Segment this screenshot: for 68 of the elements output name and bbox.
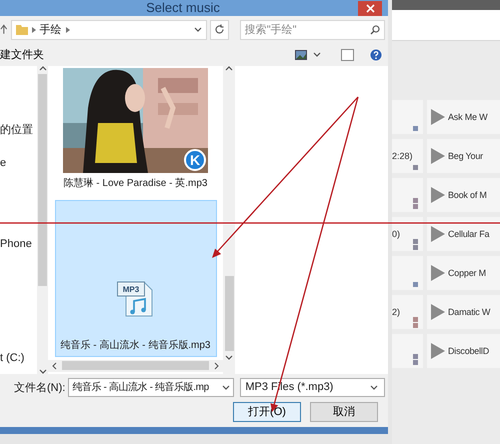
- scroll-up-icon[interactable]: [38, 66, 46, 70]
- file-item[interactable]: MP3 纯音乐 - 高山流水 - 纯音乐版.mp3: [54, 200, 216, 356]
- chevron-icon: [66, 26, 70, 33]
- chevron-icon: [32, 26, 36, 33]
- track-title: DiscobellD: [448, 346, 490, 356]
- search-icon[interactable]: [370, 24, 380, 35]
- window-title: Select music: [145, 0, 221, 16]
- preview-pane-icon[interactable]: [341, 48, 354, 61]
- file-name: 纯音乐 - 高山流水 - 纯音乐版.mp3: [60, 338, 210, 352]
- scrollbar-thumb[interactable]: [38, 74, 47, 286]
- track-duration: 0): [392, 229, 402, 239]
- caret-icon[interactable]: [313, 52, 321, 58]
- folder-icon: [16, 24, 28, 36]
- dropdown-caret-icon[interactable]: [194, 27, 202, 32]
- scrollbar-thumb[interactable]: [62, 361, 209, 370]
- track-duration: 2): [392, 307, 402, 317]
- scroll-left-icon[interactable]: [52, 362, 57, 370]
- track-card[interactable]: Copper M: [427, 256, 500, 290]
- filename-label: 文件名(N):: [14, 380, 66, 394]
- track-card[interactable]: DiscobellD: [427, 334, 500, 368]
- track-card[interactable]: Damatic W: [427, 295, 500, 329]
- refresh-button[interactable]: [210, 20, 229, 40]
- track-card[interactable]: Ask Me W: [427, 100, 500, 134]
- breadcrumb-item[interactable]: 手绘: [40, 22, 62, 38]
- refresh-icon: [214, 24, 225, 36]
- scroll-right-icon[interactable]: [214, 362, 219, 370]
- nav-item[interactable]: e: [0, 154, 37, 170]
- scrollbar-thumb[interactable]: [224, 276, 234, 350]
- dropdown-caret-icon[interactable]: [222, 384, 230, 390]
- track-title: Beg Your: [448, 151, 483, 161]
- help-icon[interactable]: [370, 48, 382, 61]
- file-item[interactable]: K 陈慧琳 - Love Paradise - 英.mp3: [62, 66, 209, 190]
- scrollbar[interactable]: [37, 66, 48, 374]
- search-field[interactable]: 搜索"手绘": [240, 20, 385, 40]
- file-name: 陈慧琳 - Love Paradise - 英.mp3: [64, 176, 208, 190]
- nav-item[interactable]: t (C:): [0, 350, 37, 366]
- track-title: Ask Me W: [448, 112, 488, 122]
- scrollbar[interactable]: [223, 66, 235, 374]
- cancel-button[interactable]: 取消: [310, 402, 378, 422]
- scroll-down-icon[interactable]: [38, 368, 46, 374]
- track-title: Damatic W: [448, 307, 490, 317]
- play-icon[interactable]: [431, 304, 445, 320]
- track-card[interactable]: Beg Your: [427, 139, 500, 173]
- track-card[interactable]: Book of M: [427, 178, 500, 212]
- play-icon[interactable]: [431, 226, 445, 242]
- view-icon[interactable]: [295, 50, 307, 60]
- nav-item[interactable]: 的位置: [0, 122, 37, 138]
- new-folder-button[interactable]: 建文件夹: [0, 47, 44, 62]
- track-title: Book of M: [448, 190, 487, 200]
- filename-field[interactable]: 纯音乐 - 高山流水 - 纯音乐版.mp: [68, 378, 234, 396]
- track-duration: 2:28): [392, 151, 414, 161]
- dropdown-caret-icon[interactable]: [370, 384, 378, 390]
- track-title: Cellular Fa: [448, 229, 490, 239]
- track-card[interactable]: Cellular Fa: [427, 217, 500, 251]
- scroll-up-icon[interactable]: [225, 66, 233, 70]
- play-icon[interactable]: [431, 109, 445, 125]
- nav-item[interactable]: Phone: [0, 236, 37, 252]
- play-icon[interactable]: [431, 148, 445, 164]
- play-icon[interactable]: [431, 343, 445, 359]
- open-button[interactable]: 打开(O): [233, 402, 301, 422]
- scroll-down-icon[interactable]: [225, 354, 233, 360]
- up-arrow-icon[interactable]: [0, 24, 8, 36]
- close-button[interactable]: [358, 0, 382, 16]
- play-icon[interactable]: [431, 265, 445, 281]
- close-icon: [366, 4, 374, 12]
- address-bar[interactable]: 手绘: [10, 20, 207, 40]
- track-title: Copper M: [448, 268, 486, 278]
- play-icon[interactable]: [431, 187, 445, 203]
